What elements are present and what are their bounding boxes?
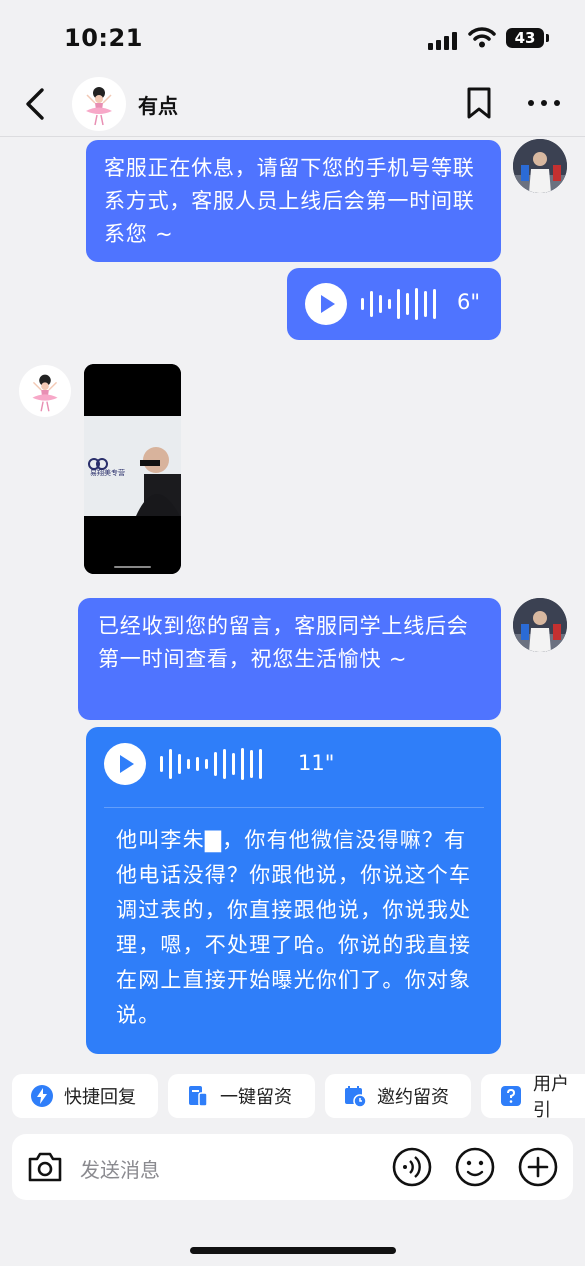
card-divider	[104, 807, 484, 808]
question-icon	[501, 1086, 521, 1106]
cellular-signal-icon	[428, 30, 458, 50]
user-guide-label: 用户引	[533, 1074, 569, 1121]
waveform-icon	[160, 747, 262, 781]
contact-avatar[interactable]	[72, 77, 126, 131]
image-logo-text: 易翔美专营	[90, 469, 125, 477]
voice-icon[interactable]	[392, 1147, 432, 1187]
camera-icon[interactable]	[26, 1149, 64, 1185]
more-icon[interactable]	[524, 92, 564, 114]
voice-message[interactable]: 6"	[287, 268, 501, 340]
play-icon[interactable]	[305, 283, 347, 325]
agent-photo	[513, 598, 567, 652]
header-divider	[0, 136, 585, 137]
quick-reply-chip[interactable]: 快捷回复	[12, 1074, 158, 1118]
home-indicator[interactable]	[190, 1247, 396, 1254]
voice-duration: 11"	[298, 751, 335, 775]
battery-indicator: 43	[506, 28, 544, 48]
agent-photo	[513, 139, 567, 193]
image-message[interactable]: 易翔美专营	[84, 364, 181, 574]
invite-lead-label: 邀约留资	[377, 1087, 449, 1108]
invite-lead-chip[interactable]: 邀约留资	[325, 1074, 471, 1118]
one-click-lead-label: 一键留资	[220, 1087, 292, 1108]
play-icon[interactable]	[104, 743, 146, 785]
ballerina-logo-icon	[32, 374, 58, 412]
lightning-icon	[31, 1085, 53, 1107]
wifi-icon	[468, 27, 496, 48]
contact-name: 有点	[138, 94, 178, 118]
quick-reply-label: 快捷回复	[64, 1087, 136, 1108]
plus-icon[interactable]	[518, 1147, 558, 1187]
one-click-lead-chip[interactable]: 一键留资	[168, 1074, 315, 1118]
agent-avatar[interactable]	[513, 139, 567, 193]
bookmark-icon[interactable]	[462, 86, 496, 120]
battery-tip	[546, 34, 549, 42]
user-guide-chip[interactable]: 用户引	[481, 1074, 585, 1121]
status-time: 10:21	[64, 24, 143, 52]
waveform-icon	[361, 287, 436, 321]
back-icon[interactable]	[20, 86, 50, 122]
agent-message-bubble[interactable]: 已经收到您的留言，客服同学上线后会第一时间查看，祝您生活愉快 ~	[78, 598, 501, 720]
message-input-bar[interactable]: 发送消息	[12, 1134, 573, 1200]
form-icon	[189, 1086, 208, 1107]
calendar-clock-icon	[345, 1086, 367, 1108]
user-avatar[interactable]	[19, 365, 71, 417]
voice-duration: 6"	[457, 290, 481, 314]
agent-avatar[interactable]	[513, 598, 567, 652]
message-input[interactable]: 发送消息	[80, 1154, 160, 1183]
voice-transcript-card[interactable]: 11" 他叫李朱▇，你有他微信没得嘛？有他电话没得？你跟他说，你说这个车调过表的…	[86, 727, 501, 1054]
emoji-icon[interactable]	[455, 1147, 495, 1187]
voice-transcript: 他叫李朱▇，你有他微信没得嘛？有他电话没得？你跟他说，你说这个车调过表的，你直接…	[116, 828, 472, 1027]
agent-message-bubble[interactable]: 客服正在休息，请留下您的手机号等联系方式，客服人员上线后会第一时间联系您 ~	[86, 140, 501, 262]
ballerina-logo-icon	[86, 87, 112, 126]
